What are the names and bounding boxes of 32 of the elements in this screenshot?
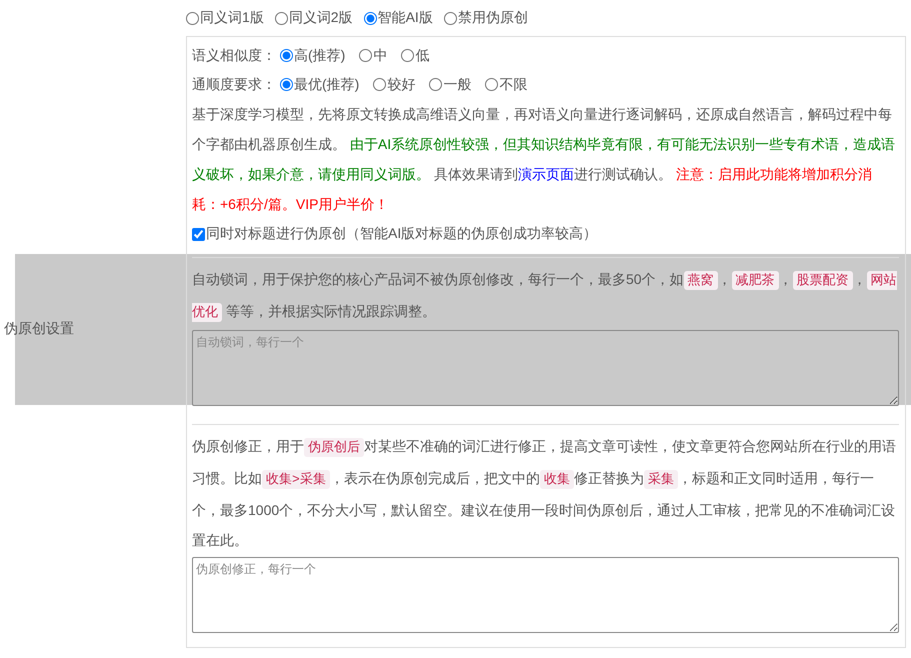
radio-button[interactable] (444, 12, 457, 24)
radio-button[interactable] (274, 12, 288, 24)
radio-option[interactable]: 低 (401, 46, 430, 64)
radio-option[interactable]: 智能AI版 (364, 9, 433, 27)
radio-option[interactable]: 同义词2版 (274, 9, 353, 27)
fluency-label: 通顺度要求： (192, 76, 276, 94)
checkbox[interactable] (192, 228, 205, 240)
radio-button[interactable] (280, 78, 293, 91)
radio-option[interactable]: 同义词1版 (186, 9, 264, 27)
radio-option[interactable]: 较好 (373, 76, 416, 94)
ai-description: 基于深度学习模型，先将原文转换成高维语义向量，再对语义向量进行逐词解码，还原成自然语言，解码过程中每个字都由机器原创生成。 由于AI系统原创性较强，但其知识结构毕竟有限，有可能无法识别一些专有术语，造成语义破坏，如果介意，请使用同义词版。 具体效果请到演示页面进行测试确认。 注意：启用此功能将增加积分消耗：+6积分/篇。VIP用户半价！ (192, 105, 896, 214)
radio-option[interactable]: 一般 (429, 76, 472, 94)
radio-button[interactable] (429, 78, 442, 91)
corrections-description: 伪原创修正，用于 伪原创后 对某些不准确的词汇进行修正，提高文章可读性，使文章更符合您网站所在行业的用语习惯。比如 收集>采集 ，表示在伪原创完成后，把文中的 收集 修正替换为 采集 ，标题和正文同时适用，每行一个，最多1000个，不分大小写，默认留空。建议在使用一段时间伪原创后，通过人工审核，把常见的不准确词汇设置在此。 (192, 437, 897, 550)
radio-button[interactable] (401, 49, 414, 62)
title-checkbox-option[interactable]: 同时对标题进行伪原创（智能AI版对标题的伪原创成功率较高） (192, 219, 899, 249)
radio-option[interactable]: 最优(推荐) (280, 76, 360, 94)
radio-button[interactable] (280, 49, 293, 62)
corrections-field[interactable]: 伪原创修正，每行一个 (192, 557, 899, 633)
radio-button[interactable] (359, 49, 372, 62)
radio-option[interactable]: 不限 (485, 76, 528, 94)
radio-button[interactable] (186, 12, 199, 24)
radio-button[interactable] (485, 78, 498, 91)
setting-label: 伪原创设置 (4, 320, 74, 338)
radio-option[interactable]: 高(推荐) (280, 46, 346, 64)
similarity-label: 语义相似度： (192, 46, 276, 64)
demo-page-link[interactable]: 演示页面 (518, 166, 574, 182)
lock-words-field[interactable]: 自动锁词，每行一个 (192, 330, 899, 406)
radio-option[interactable]: 中 (359, 46, 388, 64)
radio-button[interactable] (373, 78, 386, 91)
radio-button[interactable] (364, 12, 377, 24)
radio-option[interactable]: 禁用伪原创 (444, 9, 528, 27)
